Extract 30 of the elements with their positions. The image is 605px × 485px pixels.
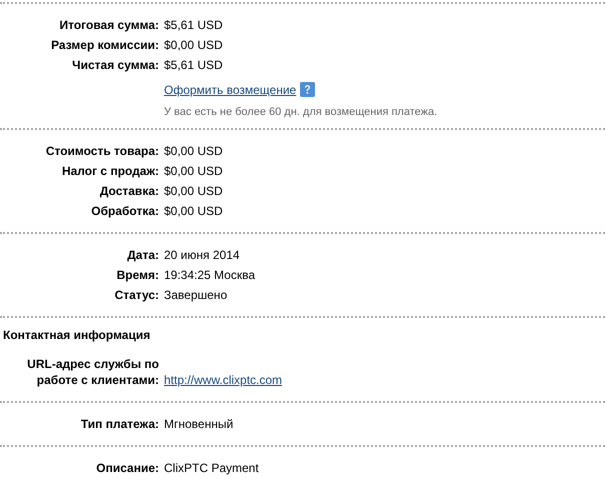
field-label: Чистая сумма: [71,57,159,73]
refund-link[interactable]: Оформить возмещение [164,82,296,96]
field-value: $5,61 USD [164,57,223,73]
field-label: Статус: [114,287,159,303]
help-icon[interactable] [300,82,316,97]
field-value: Мгновенный [164,416,234,432]
refund-note: У вас есть не более 60 дн. для возмещения платежа. [164,106,438,118]
field-label: Обработка: [90,203,159,219]
field-label: Тип платежа: [80,416,159,432]
field-value: $0,00 USD [164,143,223,159]
field-value: $0,00 USD [164,183,223,199]
field-value: $0,00 USD [164,203,223,219]
field-value: $5,61 USD [164,17,223,33]
field-label: Итоговая сумма: [58,17,159,33]
field-label: Описание: [95,460,159,476]
section-heading: Контактная информация [2,328,152,344]
field-label: Время: [116,267,159,283]
field-label: Доставка: [98,183,159,199]
field-value: 20 июня 2014 [164,247,240,263]
url-link[interactable]: http://www.clixptc.com [164,372,282,388]
field-label: Стоимость товара: [44,143,159,159]
field-label: Дата: [126,247,159,263]
field-value: ClixPTC Payment [164,460,259,476]
field-value: $0,00 USD [164,163,223,179]
field-value: 19:34:25 Москва [164,267,256,283]
field-label: URL-адрес службы по работе с клиентами: [26,356,159,388]
field-value: Завершено [164,287,228,303]
field-value: $0,00 USD [164,37,223,53]
field-label: Размер комиссии: [50,37,159,53]
field-label: Налог с продаж: [60,163,159,179]
